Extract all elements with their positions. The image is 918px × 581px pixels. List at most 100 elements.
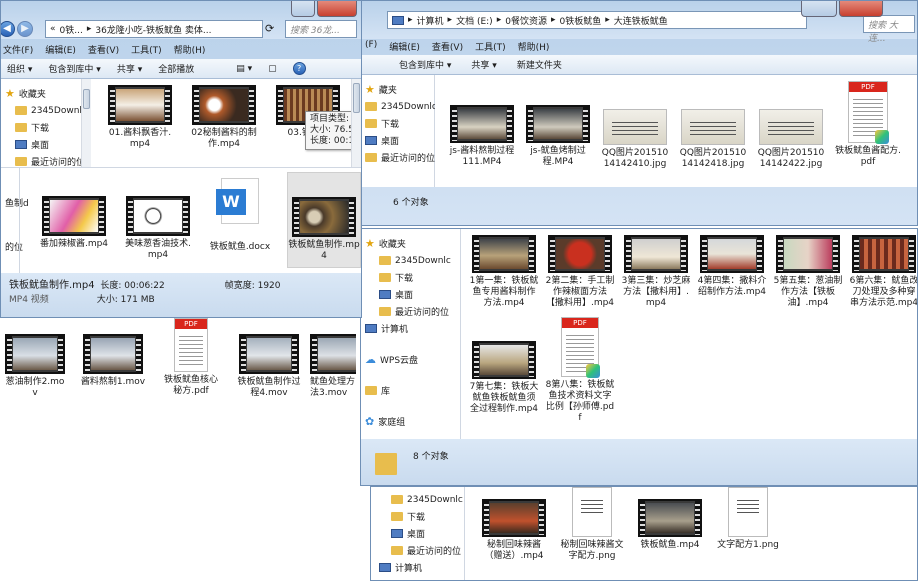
address-bar[interactable]: « 0铁... ▸ 36龙隆小吃-铁板鱿鱼 卖体... <box>45 20 263 38</box>
pdf-tag: PDF <box>562 318 598 328</box>
include-library-button[interactable]: 包含到库中 ▾ <box>399 58 451 71</box>
file-item[interactable]: js-鱿鱼烤制过程.MP4 <box>525 105 591 168</box>
nav-2345downloads[interactable]: 2345Downlc <box>361 98 437 115</box>
file-item[interactable]: 5第五集：葱油制作方法【铁板油】.mp4 <box>773 235 843 309</box>
file-item[interactable]: 3第三集：炒芝麻方法【撒料用】.mp4 <box>621 235 691 309</box>
file-item[interactable]: 6第六集：鱿鱼改刀处理及多种穿串方法示范.mp4 <box>849 235 917 309</box>
file-item-selected[interactable]: 铁板鱿鱼制作.mp4 <box>287 172 361 268</box>
search-input[interactable]: 搜索 36龙... <box>285 20 357 38</box>
file-item[interactable]: 4第四集：撒料介绍制作方法.mp4 <box>697 235 767 298</box>
breadcrumb-segment[interactable]: 0餐饮资源 <box>505 14 547 27</box>
close-button[interactable] <box>317 1 357 17</box>
explorer-window-right[interactable]: ▸ 计算机 ▸ 文档 (E:) ▸ 0餐饮资源 ▸ 0铁板鱿鱼 ▸ 大连铁板鱿鱼… <box>360 0 918 226</box>
desktop-icon <box>365 136 377 145</box>
breadcrumb-segment[interactable]: 计算机 <box>417 14 444 27</box>
refresh-button[interactable]: ⟳ <box>265 22 274 35</box>
nav-downloads[interactable]: 下载 <box>361 115 434 132</box>
menu-edit[interactable]: 编辑(E) <box>389 40 420 53</box>
file-item[interactable]: 鱿鱼处理方法3.mov <box>310 334 356 399</box>
file-item[interactable]: 葱油制作2.mov <box>4 334 66 399</box>
file-item[interactable]: 1第一集：铁板鱿鱼专用酱料制作方法.mp4 <box>469 235 539 309</box>
file-item[interactable]: PDF 铁板鱿鱼酱配方.pdf <box>835 81 901 168</box>
file-item[interactable]: PDF 8第八集：铁板鱿鱼技术资料文字比例【孙师傅.pdf <box>545 317 615 424</box>
nav-recent[interactable]: 最近访问的位 <box>361 149 435 166</box>
file-item[interactable]: 01.酱料飘香汁.mp4 <box>105 85 175 150</box>
menu-view[interactable]: 查看(V) <box>88 43 119 56</box>
address-bar[interactable]: ▸ 计算机 ▸ 文档 (E:) ▸ 0餐饮资源 ▸ 0铁板鱿鱼 ▸ 大连铁板鱿鱼 <box>387 11 807 29</box>
nav-downloads[interactable]: 下载 <box>1 119 90 136</box>
menu-help[interactable]: 帮助(H) <box>518 40 550 53</box>
nav-downloads[interactable]: 下载 <box>371 508 464 525</box>
file-item[interactable]: js-酱料熬制过程111.MP4 <box>449 105 515 168</box>
file-item[interactable]: 秘制回味辣酱（赠送）.mp4 <box>479 499 549 562</box>
file-item[interactable]: 美味葱香油技术.mp4 <box>123 196 193 261</box>
file-item[interactable]: 文字配方1.png <box>713 487 783 551</box>
explorer-window-bottom[interactable]: 2345Downlc 下载 桌面 最近访问的位 计算机 秘制回味辣酱（赠送）.m… <box>370 486 918 581</box>
file-scrollbar[interactable] <box>351 79 361 167</box>
nav-computer[interactable]: 计算机 <box>371 559 464 576</box>
share-button[interactable]: 共享 ▾ <box>117 62 142 75</box>
nav-recent[interactable]: 最近访问的位 <box>361 303 460 320</box>
nav-libraries[interactable]: 库 <box>361 382 460 399</box>
file-item[interactable]: QQ图片20151014142418.jpg <box>679 109 747 170</box>
file-item[interactable]: 02秘制酱料的制作.mp4 <box>189 85 259 150</box>
close-button[interactable] <box>839 1 883 17</box>
nav-wps-cloud[interactable]: ☁ WPS云盘 <box>361 351 460 368</box>
menu-edit[interactable]: 编辑(E) <box>45 43 76 56</box>
include-library-button[interactable]: 包含到库中 ▾ <box>48 62 100 75</box>
share-button[interactable]: 共享 ▾ <box>471 58 496 71</box>
menu-file[interactable]: (F) <box>365 40 377 53</box>
minimize-button[interactable] <box>801 1 837 17</box>
nav-homegroup[interactable]: ✿ 家庭组 <box>361 413 460 430</box>
breadcrumb-segment[interactable]: 大连铁板鱿鱼 <box>614 14 668 27</box>
menu-tools[interactable]: 工具(T) <box>475 40 506 53</box>
breadcrumb-segment[interactable]: 36龙隆小吃-铁板鱿鱼 卖体... <box>95 23 211 36</box>
menu-help[interactable]: 帮助(H) <box>174 43 206 56</box>
nav-2345downloads[interactable]: 2345Downlc <box>361 252 460 269</box>
file-name: 4第四集：撒料介绍制作方法.mp4 <box>697 276 767 297</box>
nav-desktop[interactable]: 桌面 <box>361 132 434 149</box>
minimize-button[interactable] <box>291 1 315 17</box>
view-options-icon[interactable]: ▤ ▾ <box>236 64 252 74</box>
breadcrumb-segment[interactable]: 0铁... <box>60 23 83 36</box>
nav-2345downloads[interactable]: 2345Downlc <box>371 491 464 508</box>
nav-favorites[interactable]: ★ 收藏夹 <box>1 85 90 102</box>
file-item[interactable]: 7第七集：铁板大鱿鱼铁板鱿鱼须全过程制作.mp4 <box>469 341 539 415</box>
menu-file[interactable]: 文件(F) <box>3 43 33 56</box>
nav-favorites[interactable]: ★ 藏夹 <box>361 81 434 98</box>
menu-tools[interactable]: 工具(T) <box>131 43 162 56</box>
breadcrumb-segment[interactable]: 0铁板鱿鱼 <box>559 14 601 27</box>
file-item[interactable]: 秘制回味辣酱文字配方.png <box>557 487 627 562</box>
folder-icon <box>391 512 403 521</box>
nav-desktop[interactable]: 桌面 <box>361 286 460 303</box>
file-item[interactable]: W 铁板鱿鱼.docx <box>205 178 275 253</box>
breadcrumb-segment[interactable]: 文档 (E:) <box>456 14 493 27</box>
forward-button[interactable]: ▶ <box>17 21 33 37</box>
file-item[interactable]: 2第二集：手工制作辣椒面方法【撒料用】.mp4 <box>545 235 615 309</box>
file-item[interactable]: 番加辣椒酱.mp4 <box>39 196 109 250</box>
file-item[interactable]: PDF 铁板鱿鱼核心秘方.pdf <box>160 318 222 397</box>
explorer-window-middle[interactable]: ★ 收藏夹 2345Downlc 下载 桌面 最近访问的位 计算机 ☁ WPS云盘 … <box>360 228 918 486</box>
nav-desktop[interactable]: 桌面 <box>371 525 464 542</box>
nav-computer[interactable]: 计算机 <box>361 320 460 337</box>
file-item[interactable]: 酱料熬制1.mov <box>80 334 146 388</box>
nav-partial[interactable]: 鱼制d <box>1 194 29 211</box>
preview-pane-icon[interactable]: ▢ <box>268 64 277 74</box>
new-folder-button[interactable]: 新建文件夹 <box>517 58 562 71</box>
nav-2345downloads[interactable]: 2345Downlc <box>1 102 90 119</box>
nav-recent[interactable]: 最近访问的位 <box>371 542 464 559</box>
menu-view[interactable]: 查看(V) <box>432 40 463 53</box>
nav-downloads[interactable]: 下载 <box>361 269 460 286</box>
organize-button[interactable]: 组织 ▾ <box>7 62 32 75</box>
nav-favorites[interactable]: ★ 收藏夹 <box>361 235 460 252</box>
play-all-button[interactable]: 全部播放 <box>158 62 194 75</box>
file-item[interactable]: 铁板鱿鱼.mp4 <box>635 499 705 551</box>
file-item[interactable]: 铁板鱿鱼制作过程4.mov <box>234 334 304 399</box>
nav-scrollbar[interactable] <box>81 79 91 167</box>
help-icon[interactable]: ? <box>292 62 306 75</box>
nav-desktop[interactable]: 桌面 <box>1 136 90 153</box>
file-item[interactable]: QQ图片20151014142422.jpg <box>757 109 825 170</box>
explorer-window-left[interactable]: ◀ ▶ « 0铁... ▸ 36龙隆小吃-铁板鱿鱼 卖体... ⟳ 搜索 36龙… <box>0 0 362 318</box>
file-item[interactable]: QQ图片20151014142410.jpg <box>601 109 669 170</box>
search-input[interactable]: 搜索 大连... <box>863 15 915 44</box>
